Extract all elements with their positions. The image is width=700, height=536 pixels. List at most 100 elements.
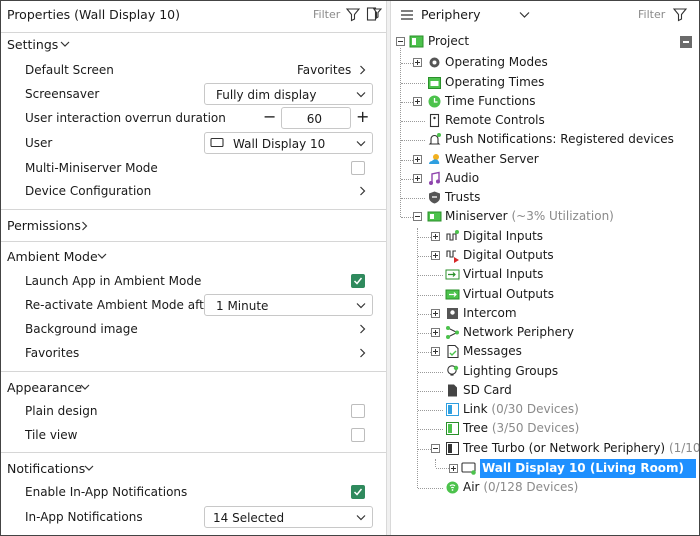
tree-item-trusts[interactable]: Trusts — [391, 189, 691, 208]
filter-icon[interactable] — [672, 6, 688, 22]
notifications-section-header[interactable]: Notifications — [1, 457, 386, 481]
tree-item-project[interactable]: Project — [391, 33, 681, 52]
inapp-dropdown[interactable]: 14 Selected — [204, 506, 373, 528]
tree-item-label: Time Functions — [445, 94, 536, 108]
menu-icon[interactable] — [400, 9, 414, 21]
screensaver-row: Screensaver Fully dim display — [1, 82, 386, 106]
expand-toggle[interactable] — [431, 309, 440, 318]
chevron-down-icon — [356, 303, 366, 309]
tree-item-virtual-outputs[interactable]: Virtual Outputs — [391, 286, 691, 305]
expand-toggle[interactable] — [431, 251, 440, 260]
filter-label[interactable]: Filter — [313, 8, 340, 21]
collapse-toggle[interactable] — [396, 37, 405, 46]
appearance-section-header[interactable]: Appearance — [1, 376, 386, 400]
utilization-label: (~3% Utilization) — [511, 209, 614, 223]
tree-item-network-periphery[interactable]: Network Periphery — [391, 324, 691, 343]
intercom-icon — [447, 308, 458, 319]
tree-item-label: Push Notifications: Registered devices — [445, 132, 674, 146]
tree-item-virtual-inputs[interactable]: Virtual Inputs — [391, 266, 691, 285]
tree-item-digital-inputs[interactable]: Digital Inputs — [391, 228, 691, 247]
tree-item-remote-controls[interactable]: Remote Controls — [391, 112, 691, 131]
tree-item-label: Project — [428, 34, 470, 48]
bell-icon — [428, 133, 441, 145]
expand-toggle[interactable] — [413, 58, 422, 67]
tree-item-tree[interactable]: Tree (3/50 Devices) — [391, 420, 691, 439]
chevron-down-icon[interactable] — [519, 11, 530, 19]
filter-icon[interactable] — [345, 6, 361, 22]
virtual-input-icon — [445, 269, 460, 280]
tree-item-air[interactable]: Air (0/128 Devices) — [391, 479, 691, 498]
tree-item-tree-turbo[interactable]: Tree Turbo (or Network Periphery) (1/10 … — [391, 440, 699, 459]
notifications-title: Notifications — [7, 461, 86, 476]
project-icon — [409, 35, 424, 48]
weather-icon — [429, 154, 440, 164]
multi-miniserver-label: Multi-Miniserver Mode — [25, 161, 158, 175]
settings-section-header[interactable]: Settings — [1, 33, 386, 57]
tree-item-label: Operating Modes — [445, 55, 548, 69]
calendar-icon — [428, 77, 441, 89]
tree-item-digital-outputs[interactable]: Digital Outputs — [391, 247, 691, 266]
tree-item-operating-modes[interactable]: Operating Modes — [391, 54, 691, 73]
music-icon — [429, 171, 440, 185]
filter-options-icon[interactable] — [366, 6, 382, 22]
decrement-button[interactable]: − — [263, 107, 276, 126]
expand-toggle[interactable] — [413, 174, 422, 183]
collapse-toggle[interactable] — [413, 212, 422, 221]
lightbulb-icon — [447, 365, 459, 376]
filter-label[interactable]: Filter — [638, 8, 665, 21]
permissions-section-header[interactable]: Permissions — [1, 214, 386, 238]
tree-item-wall-display[interactable]: Wall Display 10 (Living Room) — [391, 459, 699, 478]
tree-item-time-functions[interactable]: Time Functions — [391, 93, 691, 112]
tree-item-audio[interactable]: Audio — [391, 170, 691, 189]
tile-view-label: Tile view — [25, 428, 78, 442]
multi-miniserver-checkbox[interactable] — [351, 161, 365, 175]
expand-toggle[interactable] — [431, 232, 440, 241]
reactivate-dropdown[interactable]: 1 Minute — [204, 294, 373, 316]
periphery-panel: Periphery Filter Project Operating Modes… — [391, 1, 699, 535]
background-image-label: Background image — [25, 322, 138, 336]
tree-item-label: Lighting Groups — [463, 364, 559, 378]
tree-item-messages[interactable]: Messages — [391, 343, 691, 362]
favorites-row[interactable]: Favorites — [1, 341, 386, 365]
screensaver-dropdown[interactable]: Fully dim display — [204, 83, 373, 105]
tree-item-intercom[interactable]: Intercom — [391, 305, 691, 324]
expand-toggle[interactable] — [413, 155, 422, 164]
chevron-down-icon — [80, 384, 90, 390]
tree-item-miniserver[interactable]: Miniserver (~3% Utilization) — [391, 208, 691, 227]
remote-icon — [429, 113, 440, 128]
collapse-toggle[interactable] — [431, 444, 440, 453]
gear-icon — [429, 57, 440, 68]
tree-item-weather-server[interactable]: Weather Server — [391, 151, 691, 170]
enable-inapp-checkbox[interactable] — [351, 485, 365, 499]
device-configuration-row[interactable]: Device Configuration — [1, 179, 386, 203]
ambient-section-header[interactable]: Ambient Mode — [1, 245, 386, 269]
tree-item-sd-card[interactable]: SD Card — [391, 382, 691, 401]
increment-button[interactable]: + — [356, 107, 369, 126]
digital-output-icon — [446, 250, 459, 263]
expand-toggle[interactable] — [413, 97, 422, 106]
checkmark-icon — [353, 488, 363, 496]
user-dropdown[interactable]: Wall Display 10 — [204, 132, 373, 154]
plain-design-checkbox[interactable] — [351, 404, 365, 418]
tree-item-label: Messages — [463, 344, 522, 358]
expand-toggle[interactable] — [431, 347, 440, 356]
launch-app-checkbox[interactable] — [351, 274, 365, 288]
miniserver-icon — [427, 211, 442, 222]
tree-item-link[interactable]: Link (0/30 Devices) — [391, 401, 691, 420]
tree-item-push-notifications[interactable]: Push Notifications: Registered devices — [391, 131, 691, 150]
collapse-all-button[interactable] — [680, 36, 692, 48]
tile-view-checkbox[interactable] — [351, 428, 365, 442]
tree-item-label: Wall Display 10 (Living Room) — [482, 461, 685, 475]
tree-item-label: Virtual Inputs — [463, 267, 544, 281]
tree-item-lighting-groups[interactable]: Lighting Groups — [391, 363, 691, 382]
expand-toggle[interactable] — [449, 464, 458, 473]
tree-turbo-icon — [446, 442, 459, 455]
tree-item-operating-times[interactable]: Operating Times — [391, 74, 691, 93]
background-image-row[interactable]: Background image — [1, 317, 386, 341]
overrun-label: User interaction overrun duration — [25, 111, 226, 125]
overrun-input[interactable]: 60 — [281, 107, 351, 129]
default-screen-row[interactable]: Default Screen Favorites — [1, 58, 386, 82]
expand-toggle[interactable] — [431, 328, 440, 337]
chevron-right-icon — [82, 221, 88, 231]
overrun-row: User interaction overrun duration − 60 + — [1, 106, 386, 130]
